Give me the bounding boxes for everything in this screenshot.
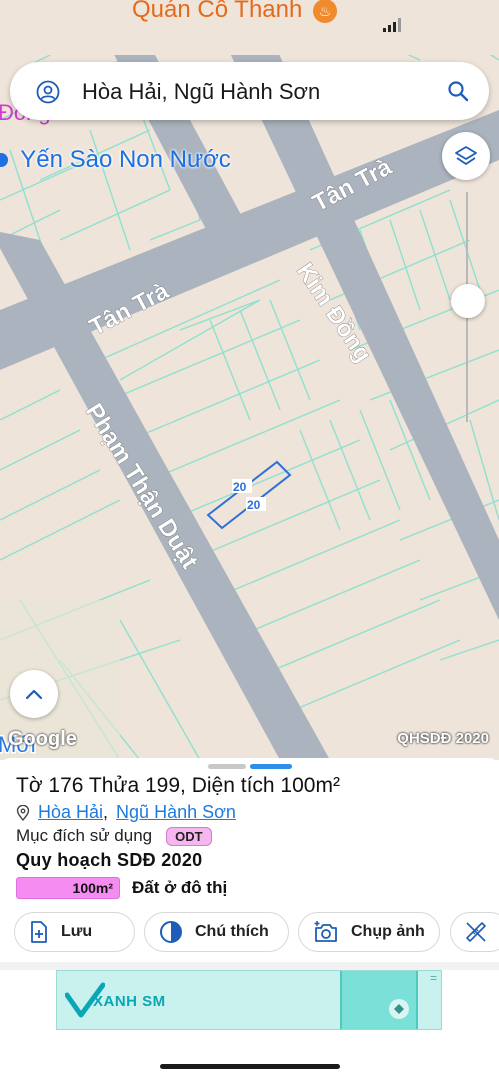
plot-location: Hòa Hải , Ngũ Hành Sơn bbox=[16, 802, 236, 823]
expand-up-button[interactable] bbox=[10, 670, 58, 718]
poi-quan-co-thanh-label: Quán Cô Thanh bbox=[132, 0, 303, 23]
action-bar: Lưu Chú thích Chụp ảnh bbox=[0, 912, 499, 952]
ad-banner[interactable]: XANH SM = bbox=[56, 970, 442, 1030]
plot-title: Tờ 176 Thửa 199, Diện tích 100m² bbox=[16, 774, 340, 797]
poi-quan-co-thanh[interactable]: Quán Cô Thanh ♨ bbox=[132, 0, 338, 24]
poi-yen-sao-label: Yến Sào Non Nước bbox=[20, 146, 231, 173]
ad-brand-text: XANH SM bbox=[93, 993, 166, 1010]
legend-label: Đất ở đô thị bbox=[132, 878, 228, 897]
signal-icon bbox=[383, 18, 403, 37]
legend-button-label: Chú thích bbox=[195, 923, 269, 940]
selected-parcel[interactable]: 20 20 bbox=[206, 460, 292, 530]
photo-button[interactable]: Chụp ảnh bbox=[298, 912, 440, 952]
map-source-label: QHSDĐ 2020 bbox=[397, 730, 489, 747]
ruler-icon bbox=[466, 922, 486, 942]
purpose-code-badge: ODT bbox=[166, 826, 212, 846]
plan-title: Quy hoạch SDĐ 2020 bbox=[16, 850, 203, 870]
district-link[interactable]: Ngũ Hành Sơn bbox=[116, 802, 236, 823]
layers-button[interactable] bbox=[442, 132, 490, 180]
search-icon[interactable] bbox=[447, 80, 469, 102]
opacity-slider-thumb[interactable] bbox=[451, 284, 485, 318]
photo-button-label: Chụp ảnh bbox=[351, 923, 425, 940]
plan-legend-row: 100m² Đất ở đô thị bbox=[16, 877, 227, 899]
save-button-label: Lưu bbox=[61, 923, 93, 940]
plot-info-sheet: Tờ 176 Thửa 199, Diện tích 100m² Hòa Hải… bbox=[0, 758, 499, 1080]
save-button[interactable]: Lưu bbox=[14, 912, 135, 952]
layers-icon bbox=[455, 146, 477, 165]
sheet-handle[interactable] bbox=[208, 764, 246, 769]
add-camera-icon bbox=[314, 921, 337, 942]
poi-yen-sao[interactable]: Yến Sào Non Nước bbox=[0, 146, 231, 174]
purpose-label: Mục đích sử dụng bbox=[16, 826, 153, 845]
location-separator: , bbox=[103, 802, 109, 822]
restaurant-icon: ♨ bbox=[313, 0, 338, 23]
measure-button[interactable] bbox=[450, 912, 499, 952]
account-icon[interactable] bbox=[36, 80, 60, 104]
google-attribution: Google bbox=[8, 728, 77, 750]
dimension-label-width: 20 bbox=[233, 480, 247, 494]
map-view[interactable]: Tân Trà Tân Trà Kim Đồng Phạm Thận Duật … bbox=[0, 0, 499, 760]
location-pin-icon bbox=[16, 804, 30, 821]
search-bar[interactable]: Hòa Hải, Ngũ Hành Sơn bbox=[10, 62, 489, 120]
sheet-handle-active[interactable] bbox=[250, 764, 292, 769]
home-indicator[interactable] bbox=[160, 1064, 340, 1069]
contrast-icon bbox=[160, 921, 182, 943]
legend-area-swatch: 100m² bbox=[16, 877, 120, 899]
poi-pin-icon bbox=[0, 153, 8, 167]
dimension-label-length: 20 bbox=[247, 498, 261, 512]
section-divider bbox=[0, 962, 499, 970]
add-document-icon bbox=[31, 921, 47, 943]
land-purpose-row: Mục đích sử dụng ODT bbox=[16, 826, 212, 846]
legend-button[interactable]: Chú thích bbox=[144, 912, 289, 952]
chevron-up-icon bbox=[25, 689, 43, 700]
phone-illustration bbox=[340, 971, 418, 1029]
ward-link[interactable]: Hòa Hải bbox=[38, 802, 103, 823]
search-input[interactable]: Hòa Hải, Ngũ Hành Sơn bbox=[82, 79, 320, 105]
ad-close-mark[interactable]: = bbox=[430, 971, 437, 985]
